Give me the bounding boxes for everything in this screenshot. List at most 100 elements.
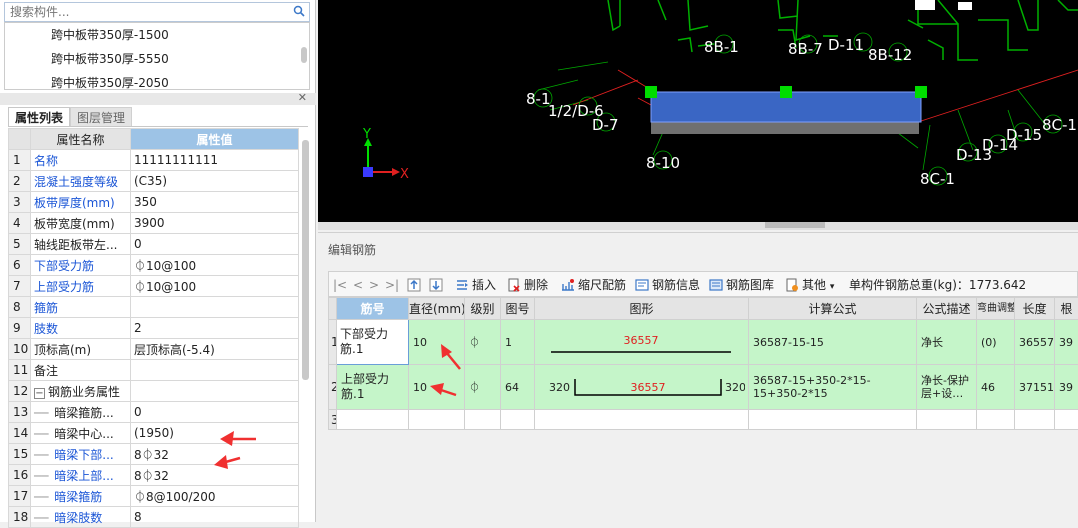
property-row[interactable]: 15── 暗梁下部...8⏀32: [9, 444, 299, 465]
canvas-scrollbar[interactable]: [318, 222, 1078, 230]
property-row[interactable]: 2混凝土强度等级(C35): [9, 171, 299, 192]
empty-cell[interactable]: [977, 410, 1015, 430]
col-formula[interactable]: 计算公式: [749, 298, 917, 320]
property-value[interactable]: 层顶标高(-5.4): [131, 339, 299, 360]
col-grade[interactable]: 级别: [465, 298, 501, 320]
insert-button[interactable]: 插入: [455, 276, 496, 294]
count-cell[interactable]: 39: [1055, 365, 1078, 410]
shape-cell[interactable]: 320 36557 320: [535, 365, 749, 410]
property-value[interactable]: [131, 297, 299, 318]
component-item[interactable]: 跨中板带350厚-1500: [5, 23, 309, 47]
description-cell[interactable]: 净长: [917, 320, 977, 365]
empty-cell[interactable]: [465, 410, 501, 430]
col-figure-no[interactable]: 图号: [501, 298, 535, 320]
table-row[interactable]: 3: [329, 410, 1078, 430]
component-item[interactable]: 跨中板带350厚-2050: [5, 71, 309, 90]
property-row[interactable]: 18── 暗梁肢数8: [9, 507, 299, 528]
property-value[interactable]: 8: [131, 507, 299, 528]
property-value[interactable]: ⏀8@100/200: [131, 486, 299, 507]
property-value[interactable]: (C35): [131, 171, 299, 192]
length-cell[interactable]: 36557: [1015, 320, 1055, 365]
property-value[interactable]: 8⏀32: [131, 465, 299, 486]
property-row[interactable]: 5轴线距板带左...0: [9, 234, 299, 255]
property-value[interactable]: (1950): [131, 423, 299, 444]
count-cell[interactable]: 39: [1055, 320, 1078, 365]
rebar-info-button[interactable]: 钢筋信息: [635, 276, 700, 294]
splitter-handle[interactable]: [765, 222, 825, 228]
beam-handle-left[interactable]: [645, 86, 657, 98]
property-row[interactable]: 6下部受力筋⏀10@100: [9, 255, 299, 276]
rebar-name-cell[interactable]: 下部受力筋.1: [337, 320, 409, 365]
bend-cell[interactable]: 46: [977, 365, 1015, 410]
canvas-drawing[interactable]: 8B-1 8B-7 D-11 8B-12 8-1 1/2/D-6 D-7 8-1…: [318, 0, 1078, 222]
property-value[interactable]: 11111111111: [131, 150, 299, 171]
col-diameter[interactable]: 直径(mm): [409, 298, 465, 320]
figure-cell[interactable]: 64: [501, 365, 535, 410]
tab-property-list[interactable]: 属性列表: [8, 107, 70, 127]
empty-cell[interactable]: [917, 410, 977, 430]
shape-cell[interactable]: 36557: [535, 320, 749, 365]
formula-cell[interactable]: 36587-15+350-2*15-15+350-2*15: [749, 365, 917, 410]
col-rebar-no[interactable]: 筋号: [337, 298, 409, 320]
property-value[interactable]: 2: [131, 318, 299, 339]
property-scrollbar[interactable]: [302, 140, 309, 380]
empty-cell[interactable]: [1015, 410, 1055, 430]
col-shape[interactable]: 图形: [535, 298, 749, 320]
search-box[interactable]: [4, 2, 310, 22]
beam-handle-right[interactable]: [915, 86, 927, 98]
empty-cell[interactable]: [535, 410, 749, 430]
empty-cell[interactable]: [409, 410, 465, 430]
list-scrollbar[interactable]: [301, 47, 307, 63]
grade-cell[interactable]: ⏀: [465, 320, 501, 365]
length-cell[interactable]: 37151: [1015, 365, 1055, 410]
diameter-cell[interactable]: 10: [409, 320, 465, 365]
figure-cell[interactable]: 1: [501, 320, 535, 365]
formula-cell[interactable]: 36587-15-15: [749, 320, 917, 365]
grade-cell[interactable]: ⏀: [465, 365, 501, 410]
first-button[interactable]: |<: [333, 276, 347, 294]
other-menu[interactable]: 其他 ▾: [785, 276, 834, 294]
empty-cell[interactable]: [749, 410, 917, 430]
property-row[interactable]: 13── 暗梁箍筋...0: [9, 402, 299, 423]
property-row[interactable]: 14── 暗梁中心...(1950): [9, 423, 299, 444]
prev-button[interactable]: <: [353, 276, 363, 294]
search-input[interactable]: [5, 3, 285, 21]
col-bend-adjust[interactable]: 弯曲调整: [977, 298, 1015, 320]
delete-button[interactable]: 删除: [507, 276, 548, 294]
property-row[interactable]: 16── 暗梁上部...8⏀32: [9, 465, 299, 486]
tab-layer-management[interactable]: 图层管理: [70, 107, 132, 127]
property-row[interactable]: 3板带厚度(mm)350: [9, 192, 299, 213]
move-down-icon[interactable]: [429, 276, 446, 294]
empty-cell[interactable]: [501, 410, 535, 430]
collapse-icon[interactable]: −: [34, 388, 45, 399]
property-row[interactable]: 1名称11111111111: [9, 150, 299, 171]
empty-cell[interactable]: [337, 410, 409, 430]
property-row[interactable]: 7上部受力筋⏀10@100: [9, 276, 299, 297]
col-description[interactable]: 公式描述: [917, 298, 977, 320]
property-value[interactable]: ⏀10@100: [131, 255, 299, 276]
property-value[interactable]: 0: [131, 234, 299, 255]
property-value[interactable]: 350: [131, 192, 299, 213]
next-button[interactable]: >: [369, 276, 379, 294]
bend-cell[interactable]: (0): [977, 320, 1015, 365]
property-row[interactable]: 9肢数2: [9, 318, 299, 339]
col-length[interactable]: 长度: [1015, 298, 1055, 320]
property-row[interactable]: 8箍筋: [9, 297, 299, 318]
property-row[interactable]: 11备注: [9, 360, 299, 381]
property-value[interactable]: 0: [131, 402, 299, 423]
property-value[interactable]: 8⏀32: [131, 444, 299, 465]
col-count[interactable]: 根: [1055, 298, 1078, 320]
property-value[interactable]: [131, 360, 299, 381]
move-up-icon[interactable]: [407, 276, 424, 294]
property-value[interactable]: [131, 381, 299, 402]
table-row[interactable]: 1 下部受力筋.1 10 ⏀ 1 36557 36587-15-15 净长 (0…: [329, 320, 1078, 365]
last-button[interactable]: >|: [385, 276, 399, 294]
close-icon[interactable]: ✕: [298, 92, 307, 104]
property-value[interactable]: 3900: [131, 213, 299, 234]
component-item[interactable]: 跨中板带350厚-5550: [5, 47, 309, 71]
property-row[interactable]: 12−钢筋业务属性: [9, 381, 299, 402]
search-icon[interactable]: [293, 5, 305, 20]
description-cell[interactable]: 净长-保护层+设…: [917, 365, 977, 410]
drawing-canvas[interactable]: 8B-1 8B-7 D-11 8B-12 8-1 1/2/D-6 D-7 8-1…: [318, 0, 1078, 222]
rebar-library-button[interactable]: 钢筋图库: [709, 276, 774, 294]
